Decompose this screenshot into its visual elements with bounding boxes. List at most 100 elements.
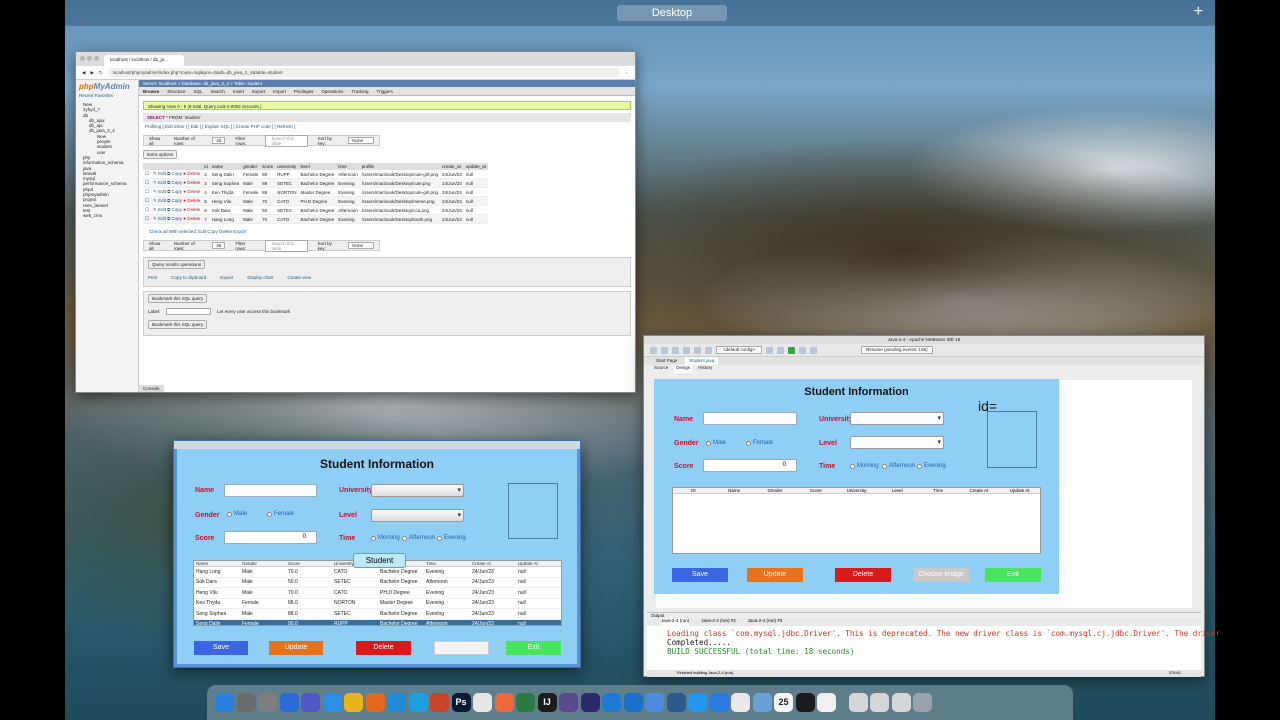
column-header[interactable]: Score xyxy=(795,488,836,493)
gender-male-radio[interactable]: Male xyxy=(227,511,247,517)
desktop-label[interactable]: Desktop xyxy=(617,5,727,21)
pma-tab-import[interactable]: Import xyxy=(273,89,286,94)
time-afternoon-radio[interactable]: Afternoon xyxy=(402,535,435,541)
delete-link[interactable]: ● Delete xyxy=(183,180,200,185)
time-evening-radio[interactable]: Evening xyxy=(437,535,466,541)
column-header[interactable]: Create At xyxy=(470,561,516,566)
qro-link[interactable]: Export xyxy=(220,275,233,280)
column-header[interactable]: ID xyxy=(673,488,714,493)
photo-box[interactable] xyxy=(508,483,558,539)
breadcrumb[interactable]: Server: localhost » Database: db_java_2_… xyxy=(139,80,635,87)
column-header[interactable]: Time xyxy=(424,561,470,566)
extra-options-button[interactable]: Extra options xyxy=(143,150,178,159)
redo-icon[interactable] xyxy=(705,346,712,354)
console-toggle[interactable]: Console xyxy=(139,385,164,392)
config-select[interactable]: <default config> xyxy=(716,346,763,354)
column-header[interactable]: Update At xyxy=(999,488,1040,493)
app-title-bar[interactable] xyxy=(174,441,580,449)
pma-tab-insert[interactable]: Insert xyxy=(233,89,244,94)
show-all-checkbox-bottom[interactable]: Show all xyxy=(149,241,164,251)
column-header[interactable]: Name xyxy=(714,488,755,493)
netbeans-icon[interactable] xyxy=(559,693,578,712)
choose-image-button[interactable] xyxy=(434,641,489,655)
design-photo-box[interactable] xyxy=(987,411,1037,468)
mysql-workbench-icon[interactable] xyxy=(666,693,686,712)
table-row[interactable]: Seng Sophea Male 88.0 SETEC Bachelor Degree E… xyxy=(194,609,561,620)
edit-link[interactable]: ✎ Edit xyxy=(153,180,167,185)
column-header[interactable]: Name xyxy=(194,561,240,566)
chrome-icon[interactable] xyxy=(344,693,363,712)
delete-button[interactable]: Delete xyxy=(356,641,411,655)
safari-icon[interactable] xyxy=(322,693,342,712)
column-header-time[interactable]: time xyxy=(336,163,360,170)
column-header[interactable]: Score xyxy=(286,561,332,566)
swift-icon[interactable] xyxy=(494,693,514,712)
column-header[interactable]: Gender xyxy=(755,488,796,493)
calendar-icon[interactable]: 25 xyxy=(774,693,793,712)
table-row[interactable]: Heng Vilu Male 70.0 CATO PH.D Degree Evening 2… xyxy=(194,588,561,599)
exit-button[interactable]: Exit xyxy=(506,641,561,655)
sort-select-bottom[interactable]: None xyxy=(348,242,374,249)
column-header-name[interactable]: name xyxy=(209,163,242,170)
add-space-icon[interactable]: + xyxy=(1194,3,1203,21)
row-checkbox[interactable]: ☐ xyxy=(143,178,152,188)
table-row[interactable]: Hang Long Male 70.0 CATO Bachelor Degree Even… xyxy=(194,567,561,578)
pma-tab-export[interactable]: Export xyxy=(252,89,265,94)
tab-history[interactable]: History xyxy=(698,365,712,373)
design-delete-button[interactable]: Delete xyxy=(835,568,891,582)
design-save-button[interactable]: Save xyxy=(672,568,728,582)
vscode-icon[interactable] xyxy=(602,693,621,712)
filter-input-bottom[interactable]: Search this table xyxy=(264,239,308,252)
row-checkbox[interactable]: ☐ xyxy=(143,205,152,215)
output-tab[interactable]: Java-2-4 (run) #3 xyxy=(748,618,783,626)
copy-link[interactable]: ⧉ Copy xyxy=(167,180,183,185)
open-project-icon[interactable] xyxy=(672,346,679,354)
column-header-create_at[interactable]: create_at xyxy=(440,163,464,170)
design-gender-female[interactable]: Female xyxy=(746,440,773,446)
qro-link[interactable]: Print xyxy=(148,275,157,280)
new-file-icon[interactable] xyxy=(661,346,668,354)
screenshot-1-icon[interactable] xyxy=(848,693,868,712)
zoom-icon[interactable] xyxy=(94,56,99,61)
gender-female-radio[interactable]: Female xyxy=(267,511,294,517)
edit-link[interactable]: ✎ Edit xyxy=(153,189,167,194)
edge-icon[interactable] xyxy=(387,693,406,712)
reload-icon[interactable]: ↻ xyxy=(99,70,103,76)
sort-select[interactable]: None xyxy=(348,137,374,144)
skype-icon[interactable] xyxy=(408,693,428,712)
android-studio-icon[interactable] xyxy=(516,693,535,712)
design-score-spinner[interactable]: 0 xyxy=(703,459,797,472)
design-gender-male[interactable]: Male xyxy=(706,440,726,446)
copy-link[interactable]: ⧉ Copy xyxy=(167,207,183,212)
time-morning-radio[interactable]: Morning xyxy=(371,535,400,541)
design-university-combobox[interactable] xyxy=(850,412,944,425)
rows-select[interactable]: 25 xyxy=(212,137,226,144)
pma-tab-structure[interactable]: Structure xyxy=(167,89,185,94)
design-table[interactable]: ID Name Gender Score University Level Time Crea… xyxy=(672,487,1041,554)
pma-side-links[interactable]: Recent Favorites xyxy=(79,93,135,98)
column-header-profile[interactable]: profile xyxy=(359,163,441,170)
design-choose-image-button[interactable]: Choose Image xyxy=(913,568,969,582)
wordpress-icon[interactable] xyxy=(473,693,492,712)
profile-icon[interactable] xyxy=(810,346,818,354)
design-exit-button[interactable]: Exit xyxy=(985,568,1041,582)
output-console[interactable]: Loading class `com.mysql.jdbc.Driver'. T… xyxy=(647,626,1220,656)
column-header[interactable]: Level xyxy=(877,488,918,493)
screenshot-3-icon[interactable] xyxy=(891,693,911,712)
qro-link[interactable]: Copy to clipboard xyxy=(171,275,206,280)
update-button[interactable]: Update xyxy=(269,641,323,655)
pma-logo[interactable]: phpMyAdmin xyxy=(79,82,135,91)
bookmark-label-input[interactable] xyxy=(166,308,212,315)
qro-link[interactable]: Display chart xyxy=(247,275,273,280)
design-time-evening[interactable]: Evening xyxy=(917,463,946,469)
column-header-score[interactable]: score xyxy=(260,163,276,170)
with-selected-bar[interactable]: Check all With selected: Edit Copy Delet… xyxy=(149,229,625,234)
qro-link[interactable]: Create view xyxy=(287,275,311,280)
edit-link[interactable]: ✎ Edit xyxy=(153,216,167,221)
column-header-university[interactable]: university xyxy=(275,163,299,170)
close-icon[interactable] xyxy=(80,56,85,61)
undo-icon[interactable] xyxy=(694,346,701,354)
app-store-icon[interactable] xyxy=(709,693,729,712)
powerpoint-icon[interactable] xyxy=(430,693,449,712)
delete-link[interactable]: ● Delete xyxy=(183,198,200,203)
